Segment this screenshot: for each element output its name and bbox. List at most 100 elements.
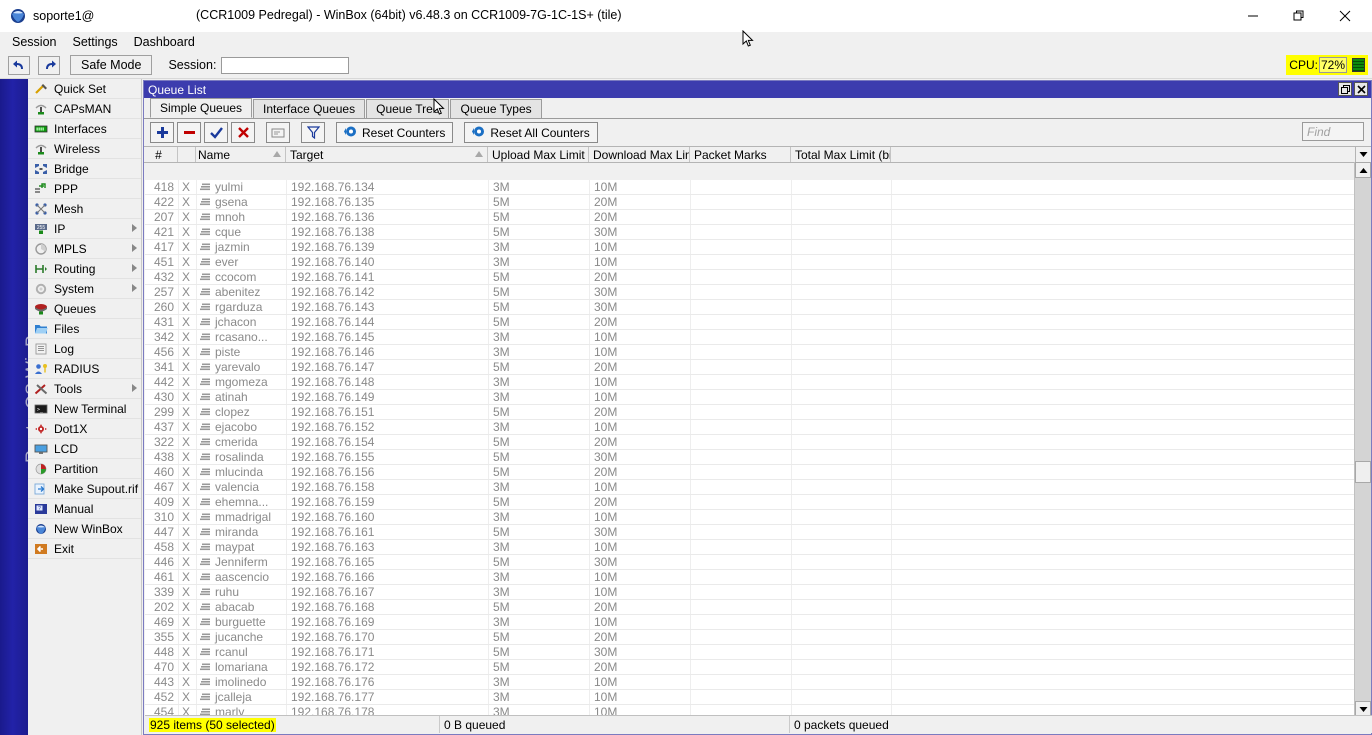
cell-download-max-limit: 10M: [590, 510, 691, 524]
tab-simple-queues[interactable]: Simple Queues: [150, 98, 252, 118]
sidebar-item-label: New Terminal: [54, 402, 126, 416]
sidebar-item-lcd[interactable]: LCD: [28, 439, 141, 459]
column-header-target[interactable]: Target: [286, 147, 488, 162]
table-row[interactable]: 448Xrcanul192.168.76.1715M30M: [145, 645, 1356, 660]
column-header-flags[interactable]: [178, 147, 196, 162]
column-header-packet-marks[interactable]: Packet Marks: [690, 147, 791, 162]
table-row[interactable]: 342Xrcasano...192.168.76.1453M10M: [145, 330, 1356, 345]
comment-button[interactable]: [266, 122, 290, 143]
cell-upload-max-limit: 3M: [489, 240, 590, 254]
sidebar-item-routing[interactable]: Routing: [28, 259, 141, 279]
scrollbar-thumb[interactable]: [1355, 461, 1371, 483]
table-row[interactable]: 452Xjcalleja192.168.76.1773M10M: [145, 690, 1356, 705]
reset-all-counters-button[interactable]: Reset All Counters: [464, 122, 597, 143]
column-header-upload-max-limit[interactable]: Upload Max Limit: [488, 147, 589, 162]
table-row[interactable]: 430Xatinah192.168.76.1493M10M: [145, 390, 1356, 405]
minimize-icon[interactable]: [1230, 0, 1276, 32]
table-row[interactable]: 409Xehemna...192.168.76.1595M20M: [145, 495, 1356, 510]
undo-icon[interactable]: [8, 56, 30, 75]
sidebar-item-new-winbox[interactable]: New WinBox: [28, 519, 141, 539]
table-row[interactable]: 322Xcmerida192.168.76.1545M20M: [145, 435, 1356, 450]
table-row[interactable]: 451Xever192.168.76.1403M10M: [145, 255, 1356, 270]
column-header-index[interactable]: #: [144, 147, 178, 162]
table-row[interactable]: 310Xmmadrigal192.168.76.1603M10M: [145, 510, 1356, 525]
sidebar-item-mesh[interactable]: Mesh: [28, 199, 141, 219]
table-row[interactable]: 470Xlomariana192.168.76.1725M20M: [145, 660, 1356, 675]
table-row[interactable]: 437Xejacobo192.168.76.1523M10M: [145, 420, 1356, 435]
table-row[interactable]: 442Xmgomeza192.168.76.1483M10M: [145, 375, 1356, 390]
sidebar-item-tools[interactable]: Tools: [28, 379, 141, 399]
restore-icon[interactable]: [1338, 82, 1352, 96]
table-row[interactable]: 260Xrgarduza192.168.76.1435M30M: [145, 300, 1356, 315]
table-row[interactable]: 355Xjucanche192.168.76.1705M20M: [145, 630, 1356, 645]
sidebar-item-partition[interactable]: Partition: [28, 459, 141, 479]
sidebar-item-mpls[interactable]: MPLS: [28, 239, 141, 259]
table-row[interactable]: 257Xabenitez192.168.76.1425M30M: [145, 285, 1356, 300]
table-row[interactable]: 431Xjchacon192.168.76.1445M20M: [145, 315, 1356, 330]
safe-mode-button[interactable]: Safe Mode: [70, 55, 152, 75]
sidebar-item-dot1x[interactable]: Dot1X: [28, 419, 141, 439]
chevron-down-icon[interactable]: [1355, 147, 1371, 162]
sidebar-item-new-terminal[interactable]: >_New Terminal: [28, 399, 141, 419]
tab-queue-types[interactable]: Queue Types: [450, 99, 541, 118]
tab-interface-queues[interactable]: Interface Queues: [253, 99, 365, 118]
column-header-download-max-limit[interactable]: Download Max Limit: [589, 147, 690, 162]
table-row[interactable]: 446XJenniferm192.168.76.1655M30M: [145, 555, 1356, 570]
close-icon[interactable]: [1354, 82, 1368, 96]
reset-counters-button[interactable]: Reset Counters: [336, 122, 453, 143]
table-row[interactable]: 469Xburguette192.168.76.1693M10M: [145, 615, 1356, 630]
table-row[interactable]: 207Xmnoh192.168.76.1365M20M: [145, 210, 1356, 225]
table-row[interactable]: 422Xgsena192.168.76.1355M20M: [145, 195, 1356, 210]
sidebar-item-exit[interactable]: Exit: [28, 539, 141, 559]
table-row[interactable]: 447Xmiranda192.168.76.1615M30M: [145, 525, 1356, 540]
scrollbar-track[interactable]: [1355, 178, 1371, 701]
remove-button[interactable]: [177, 122, 201, 143]
scroll-up-icon[interactable]: [1355, 162, 1371, 178]
sidebar-item-radius[interactable]: RADIUS: [28, 359, 141, 379]
sidebar-item-log[interactable]: Log: [28, 339, 141, 359]
sidebar-item-interfaces[interactable]: Interfaces: [28, 119, 141, 139]
sidebar-item-ppp[interactable]: PPP: [28, 179, 141, 199]
sidebar-item-wireless[interactable]: Wireless: [28, 139, 141, 159]
cell-name: abenitez: [197, 285, 287, 299]
sidebar-item-system[interactable]: System: [28, 279, 141, 299]
redo-icon[interactable]: [38, 56, 60, 75]
table-row[interactable]: 456Xpiste192.168.76.1463M10M: [145, 345, 1356, 360]
search-input[interactable]: Find: [1302, 122, 1364, 141]
menu-item-settings[interactable]: Settings: [64, 33, 125, 51]
table-row[interactable]: 458Xmaypat192.168.76.1633M10M: [145, 540, 1356, 555]
column-header-total-max-limit[interactable]: Total Max Limit (bi...: [791, 147, 891, 162]
disable-button[interactable]: [231, 122, 255, 143]
table-row[interactable]: 432Xccocom192.168.76.1415M20M: [145, 270, 1356, 285]
sidebar-item-manual[interactable]: ?Manual: [28, 499, 141, 519]
filter-button[interactable]: [301, 122, 325, 143]
sidebar-item-make-supout-rif[interactable]: Make Supout.rif: [28, 479, 141, 499]
sidebar-item-queues[interactable]: Queues: [28, 299, 141, 319]
menu-item-session[interactable]: Session: [4, 33, 64, 51]
session-input[interactable]: [221, 57, 349, 74]
sidebar-item-ip[interactable]: 255IP: [28, 219, 141, 239]
table-row[interactable]: 418Xyulmi192.168.76.1343M10M: [145, 180, 1356, 195]
table-row[interactable]: 438Xrosalinda192.168.76.1555M30M: [145, 450, 1356, 465]
close-icon[interactable]: [1322, 0, 1368, 32]
table-row[interactable]: 461Xaascencio192.168.76.1663M10M: [145, 570, 1356, 585]
column-header-name[interactable]: Name: [196, 147, 286, 162]
add-button[interactable]: [150, 122, 174, 143]
maximize-icon[interactable]: [1276, 0, 1322, 32]
table-row[interactable]: 202Xabacab192.168.76.1685M20M: [145, 600, 1356, 615]
table-row[interactable]: 467Xvalencia192.168.76.1583M10M: [145, 480, 1356, 495]
table-row[interactable]: 460Xmlucinda192.168.76.1565M20M: [145, 465, 1356, 480]
table-row[interactable]: 417Xjazmin192.168.76.1393M10M: [145, 240, 1356, 255]
sidebar-item-capsman[interactable]: CAPsMAN: [28, 99, 141, 119]
sidebar-item-files[interactable]: Files: [28, 319, 141, 339]
menu-item-dashboard[interactable]: Dashboard: [126, 33, 203, 51]
table-row[interactable]: 443Ximolinedo192.168.76.1763M10M: [145, 675, 1356, 690]
vertical-scrollbar[interactable]: [1354, 162, 1370, 717]
table-row[interactable]: 341Xyarevalo192.168.76.1475M20M: [145, 360, 1356, 375]
sidebar-item-bridge[interactable]: Bridge: [28, 159, 141, 179]
table-row[interactable]: 421Xcque192.168.76.1385M30M: [145, 225, 1356, 240]
table-row[interactable]: 339Xruhu192.168.76.1673M10M: [145, 585, 1356, 600]
sidebar-item-quick-set[interactable]: Quick Set: [28, 79, 141, 99]
enable-button[interactable]: [204, 122, 228, 143]
table-row[interactable]: 299Xclopez192.168.76.1515M20M: [145, 405, 1356, 420]
